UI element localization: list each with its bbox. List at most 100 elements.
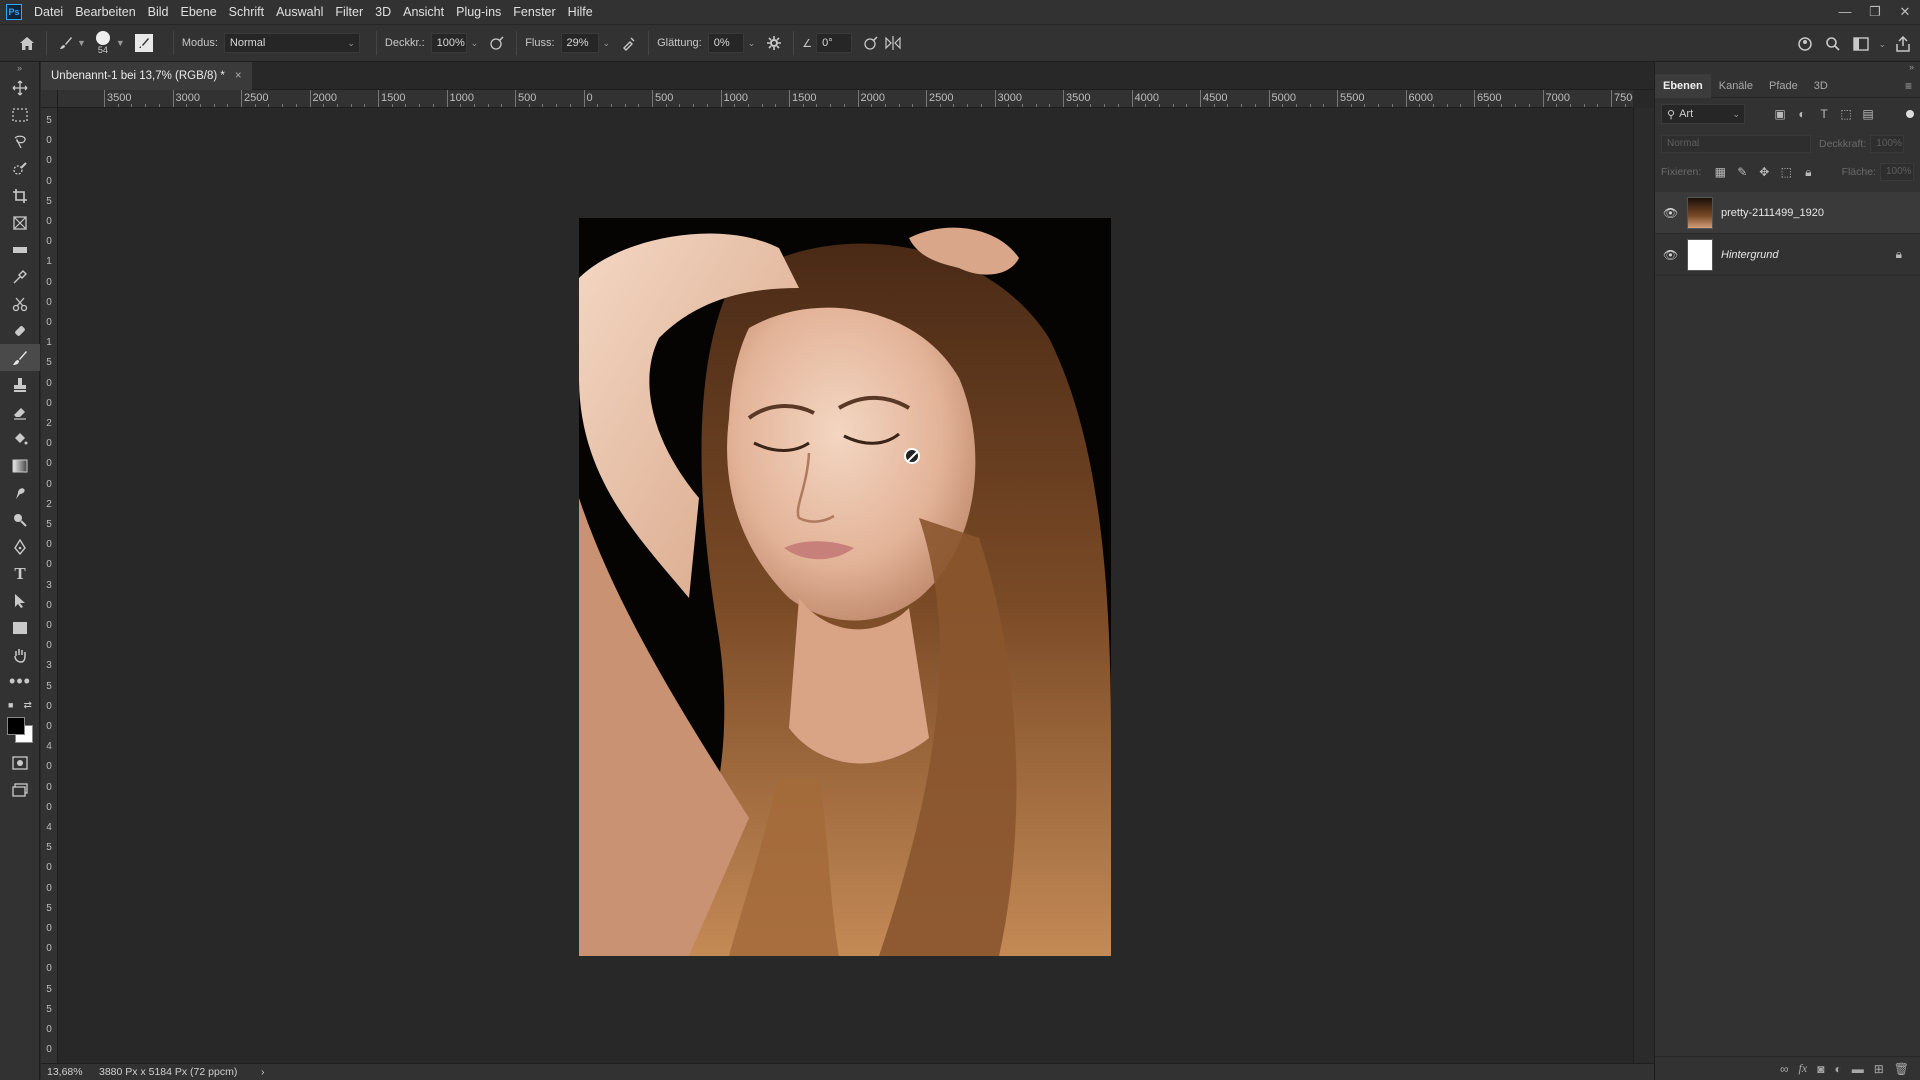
swap-colors-icon[interactable]: ⇄ [23,700,31,711]
chevron-down-icon[interactable]: ⌄ [748,38,756,49]
chevron-down-icon[interactable]: ⌄ [1878,33,1886,55]
chevron-down-icon[interactable]: ▼ [77,38,86,48]
foreground-color-swatch[interactable] [7,717,25,735]
smudge-tool-icon[interactable] [0,479,40,506]
adjustment-layer-icon[interactable]: ◐ [1834,1062,1841,1076]
lock-paint-icon[interactable]: ✎ [1731,165,1753,179]
pixel-layer-filter-icon[interactable]: ▣ [1769,107,1791,121]
menu-schrift[interactable]: Schrift [223,0,270,24]
tab-pfade[interactable]: Pfade [1761,74,1806,98]
blend-mode-select[interactable]: Normal [1661,135,1811,153]
lock-icon[interactable]: 🔒︎ [1896,247,1902,262]
menu-auswahl[interactable]: Auswahl [270,0,329,24]
type-tool-icon[interactable]: T [0,560,40,587]
chevron-down-icon[interactable]: ⌄ [603,38,611,49]
rectangle-tool-icon[interactable] [0,614,40,641]
vertical-ruler[interactable]: 5 0 0 0 5 0 0 1 0 0 0 1 5 0 0 2 0 0 0 2 5 0 0 3 0 0 0 3 5 0 0 4 0 0 0 4 5 0 0 5… [41,108,58,1063]
pen-tool-icon[interactable] [0,533,40,560]
close-tab-icon[interactable]: × [235,70,242,82]
add-mask-icon[interactable]: ◙ [1817,1062,1824,1076]
tab-ebenen[interactable]: Ebenen [1655,73,1711,98]
portrait-photo[interactable] [579,218,1111,956]
adjustment-layer-filter-icon[interactable]: ◐ [1791,107,1813,121]
type-layer-filter-icon[interactable]: T [1813,107,1835,121]
smart-object-filter-icon[interactable]: ▤ [1857,107,1879,121]
menu-ebene[interactable]: Ebene [175,0,223,24]
collapse-arrows-icon[interactable]: » [0,62,39,74]
shape-layer-filter-icon[interactable]: ⬚ [1835,107,1857,121]
document-tab[interactable]: Unbenannt-1 bei 13,7% (RGB/8) * × [41,62,252,90]
workspace-icon[interactable] [1850,33,1872,55]
search-icon[interactable] [1822,33,1844,55]
airbrush-icon[interactable] [618,32,640,54]
menu-plugins[interactable]: Plug-ins [450,0,507,24]
menu-bearbeiten[interactable]: Bearbeiten [69,0,141,24]
fluss-input[interactable]: 29% [560,33,599,53]
new-group-folder-icon[interactable]: ▬ [1852,1062,1864,1076]
hand-tool-icon[interactable] [0,641,40,668]
quick-selection-tool-icon[interactable] [0,155,40,182]
opacity-input[interactable]: 100% [1870,135,1905,153]
layer-row-photo[interactable]: 👁︎ pretty-2111499_1920 [1655,192,1920,234]
brush-tool-preset-icon[interactable] [55,32,77,54]
delete-layer-trash-icon[interactable]: 🗑︎ [1894,1062,1909,1076]
layer-name[interactable]: pretty-2111499_1920 [1721,207,1912,219]
tab-kanaele[interactable]: Kanäle [1711,74,1761,98]
glaettung-input[interactable]: 0% [707,33,744,53]
menu-bild[interactable]: Bild [142,0,175,24]
default-colors-icon[interactable]: ■ [8,700,13,710]
quick-mask-icon[interactable] [0,749,40,776]
menu-3d[interactable]: 3D [369,0,397,24]
eyedropper-tool-icon[interactable] [0,263,40,290]
layer-row-background[interactable]: 👁︎ Hintergrund 🔒︎ [1655,234,1920,276]
lock-artboard-icon[interactable]: ⬚ [1775,165,1797,179]
share-icon[interactable] [1892,33,1914,55]
vertical-scrollbar[interactable] [1633,108,1654,1063]
gear-icon[interactable] [763,32,785,54]
more-tools-icon[interactable]: ••• [0,668,40,695]
gradient-tool-icon[interactable] [0,452,40,479]
filter-toggle-icon[interactable] [1906,110,1914,118]
scissors-tool-icon[interactable] [0,290,40,317]
menu-datei[interactable]: Datei [28,0,69,24]
healing-brush-tool-icon[interactable] [0,317,40,344]
pressure-size-icon[interactable] [860,32,882,54]
brush-size-picker[interactable]: 54 [95,31,110,55]
lock-all-icon[interactable]: 🔒︎ [1797,165,1819,180]
chevron-down-icon[interactable]: ▼ [116,38,125,48]
brush-settings-panel-icon[interactable] [134,34,153,52]
chevron-down-icon[interactable]: ⌄ [471,38,479,49]
new-layer-icon[interactable]: ⊞ [1874,1062,1884,1076]
lock-transparent-icon[interactable]: ▦ [1709,165,1731,179]
status-menu-arrow-icon[interactable]: › [261,1066,265,1078]
collapse-panel-icon[interactable]: » [1655,62,1920,74]
move-tool-icon[interactable] [0,74,40,101]
lock-position-icon[interactable]: ✥ [1753,165,1775,179]
deckkraft-input[interactable]: 100% [430,33,467,53]
minimize-button[interactable]: — [1830,0,1860,24]
eye-icon[interactable]: 👁︎ [1663,206,1681,220]
modus-select[interactable]: Normal ⌄ [223,33,360,53]
zoom-level[interactable]: 13,68% [41,1066,91,1078]
share-cloud-icon[interactable] [1794,33,1816,55]
screen-mode-icon[interactable] [0,776,40,803]
layer-filter-select[interactable]: ⚲ Art ⌄ [1661,104,1745,124]
eraser-tool-icon[interactable] [0,398,40,425]
eye-icon[interactable]: 👁︎ [1663,248,1681,262]
restore-button[interactable]: ❐ [1860,0,1890,24]
menu-filter[interactable]: Filter [329,0,369,24]
layer-name[interactable]: Hintergrund [1721,249,1896,261]
symmetry-icon[interactable] [882,32,904,54]
clone-stamp-tool-icon[interactable] [0,371,40,398]
dodge-tool-icon[interactable] [0,506,40,533]
fill-input[interactable]: 100% [1880,163,1914,181]
pressure-opacity-icon[interactable] [486,32,508,54]
close-window-button[interactable]: ✕ [1890,0,1920,24]
frame-tool-icon[interactable] [0,209,40,236]
home-icon[interactable] [16,32,38,54]
panel-menu-icon[interactable]: ≡ [1905,79,1912,93]
ruler-origin[interactable] [41,90,58,108]
menu-fenster[interactable]: Fenster [507,0,561,24]
menu-ansicht[interactable]: Ansicht [397,0,450,24]
menu-hilfe[interactable]: Hilfe [562,0,599,24]
